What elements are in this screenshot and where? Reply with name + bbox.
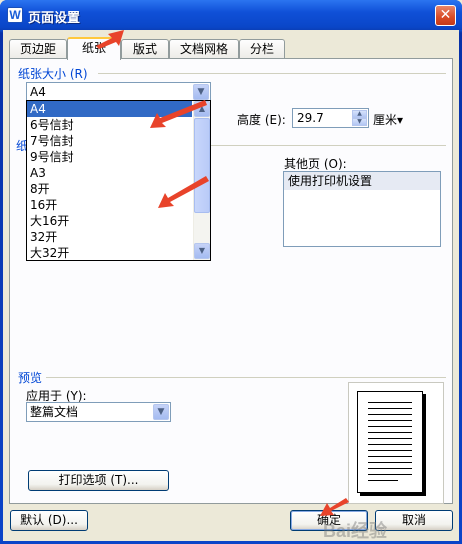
unit-label: 厘米 <box>373 113 398 127</box>
list-item[interactable]: A4 <box>27 101 192 117</box>
print-options-button[interactable]: 打印选项 (T)... <box>28 470 169 491</box>
dropdown-scrollbar[interactable]: ▲ ▼ <box>193 101 210 260</box>
dialog-title: 页面设置 <box>28 11 81 26</box>
title-bar[interactable]: W 页面设置 ✕ <box>0 0 462 30</box>
list-item[interactable]: 7号信封 <box>27 133 192 149</box>
group-divider <box>46 377 446 378</box>
paper-size-combo[interactable]: A4 ▼ <box>26 82 211 102</box>
list-item[interactable]: 16开 <box>27 197 192 213</box>
scroll-thumb[interactable] <box>194 118 210 213</box>
height-label: 高度 (E): <box>237 113 286 127</box>
list-item[interactable]: 9号信封 <box>27 149 192 165</box>
spinner-buttons[interactable]: ▲ ▼ <box>352 110 367 126</box>
wps-writer-icon: W <box>7 7 23 23</box>
chevron-down-icon[interactable]: ▼ <box>193 84 209 100</box>
tab-document-grid[interactable]: 文档网格 <box>169 39 239 59</box>
close-button[interactable]: ✕ <box>435 5 456 26</box>
unit-dropdown[interactable]: 厘米▾ <box>373 111 403 128</box>
list-item[interactable]: 6号信封 <box>27 117 192 133</box>
list-item[interactable]: A3 <box>27 165 192 181</box>
spin-up-icon[interactable]: ▲ <box>352 110 367 118</box>
other-pages-list[interactable]: 使用打印机设置 <box>283 171 441 247</box>
watermark: Bai经验 <box>323 521 388 541</box>
tab-margins[interactable]: 页边距 <box>9 39 67 59</box>
default-button[interactable]: 默认 (D)... <box>10 510 88 531</box>
apply-to-combo[interactable]: 整篇文档 ▼ <box>26 402 171 422</box>
tab-paper[interactable]: 纸张 <box>67 37 121 60</box>
paper-size-group-label: 纸张大小 (R) <box>18 67 88 81</box>
list-item[interactable]: 使用打印机设置 <box>284 172 440 190</box>
height-spinner[interactable]: 29.7 ▲ ▼ <box>292 108 369 128</box>
group-divider <box>98 73 446 74</box>
scroll-up-icon[interactable]: ▲ <box>194 101 210 117</box>
list-item[interactable]: 8开 <box>27 181 192 197</box>
spin-down-icon[interactable]: ▼ <box>352 118 367 126</box>
chevron-down-icon[interactable]: ▼ <box>153 404 169 420</box>
page-preview-icon <box>357 391 423 493</box>
scroll-down-icon[interactable]: ▼ <box>194 243 210 259</box>
list-item[interactable]: 大16开 <box>27 213 192 229</box>
preview-group-label: 预览 <box>18 371 43 385</box>
caret-down-icon: ▾ <box>397 113 404 127</box>
other-pages-label: 其他页 (O): <box>284 157 347 171</box>
paper-size-value: A4 <box>30 85 46 99</box>
preview-pane <box>348 382 444 504</box>
tab-columns[interactable]: 分栏 <box>239 39 285 59</box>
height-value: 29.7 <box>297 111 324 125</box>
tab-layout[interactable]: 版式 <box>121 39 169 59</box>
list-item[interactable]: 32开 <box>27 229 192 245</box>
list-item[interactable]: 大32开 <box>27 245 192 261</box>
page-setup-dialog: W 页面设置 ✕ 页边距 纸张 版式 文档网格 分栏 纸张大小 (R) A4 ▼… <box>0 0 462 544</box>
apply-to-value: 整篇文档 <box>30 405 79 419</box>
paper-size-dropdown-list[interactable]: A4 6号信封 7号信封 9号信封 A3 8开 16开 大16开 32开 大32… <box>26 100 211 261</box>
